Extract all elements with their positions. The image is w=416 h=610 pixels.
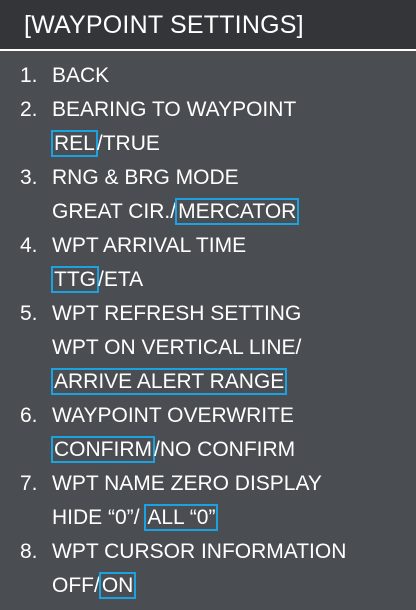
menu-item-rng-brg-mode[interactable]: 3. RNG & BRG MODE bbox=[0, 161, 416, 195]
menu-title: [WAYPOINT SETTINGS] bbox=[24, 11, 304, 39]
menu-item-number: 8. bbox=[20, 540, 38, 563]
option-wpt-on-vertical-line[interactable]: WPT ON VERTICAL LINE bbox=[52, 336, 296, 359]
waypoint-settings-menu: [WAYPOINT SETTINGS] 1. BACK 2. BEARING T… bbox=[0, 0, 416, 610]
menu-item-label: WAYPOINT OVERWRITE bbox=[52, 404, 294, 427]
menu-item-back[interactable]: 1. BACK bbox=[0, 59, 416, 93]
menu-item-number: 5. bbox=[20, 302, 38, 325]
menu-item-number: 1. bbox=[20, 64, 38, 87]
menu-item-number: 7. bbox=[20, 472, 38, 495]
menu-item-label: WPT ARRIVAL TIME bbox=[52, 234, 247, 257]
menu-item-label: RNG & BRG MODE bbox=[52, 166, 239, 189]
menu-item-label: BACK bbox=[52, 64, 110, 87]
option-ttg[interactable]: TTG bbox=[51, 266, 99, 293]
menu-item-bearing-to-waypoint[interactable]: 2. BEARING TO WAYPOINT bbox=[0, 93, 416, 127]
menu-item-label: BEARING TO WAYPOINT bbox=[52, 98, 297, 121]
option-on[interactable]: ON bbox=[98, 572, 137, 599]
menu-item-number: 3. bbox=[20, 166, 38, 189]
option-arrive-alert-range[interactable]: ARRIVE ALERT RANGE bbox=[51, 368, 288, 395]
option-hide-zero[interactable]: HIDE “0” bbox=[52, 506, 134, 529]
option-no-confirm[interactable]: NO CONFIRM bbox=[160, 438, 295, 461]
option-true[interactable]: TRUE bbox=[103, 132, 160, 155]
menu-item-label: WPT CURSOR INFORMATION bbox=[52, 540, 347, 563]
option-mercator[interactable]: MERCATOR bbox=[175, 198, 300, 225]
menu-item-number: 6. bbox=[20, 404, 38, 427]
menu-item-waypoint-overwrite[interactable]: 6. WAYPOINT OVERWRITE bbox=[0, 399, 416, 433]
option-great-circle[interactable]: GREAT CIR. bbox=[52, 200, 170, 223]
option-all-zero[interactable]: ALL “0” bbox=[144, 504, 219, 531]
menu-item-wpt-cursor-information[interactable]: 8. WPT CURSOR INFORMATION bbox=[0, 535, 416, 569]
menu-item-wpt-refresh-setting[interactable]: 5. WPT REFRESH SETTING bbox=[0, 297, 416, 331]
option-rel[interactable]: REL bbox=[51, 130, 98, 157]
menu-item-number: 2. bbox=[20, 98, 38, 121]
option-separator: / bbox=[295, 336, 302, 359]
option-off[interactable]: OFF bbox=[52, 574, 94, 597]
menu-title-bar: [WAYPOINT SETTINGS] bbox=[0, 0, 416, 51]
menu-item-wpt-name-zero-display[interactable]: 7. WPT NAME ZERO DISPLAY bbox=[0, 467, 416, 501]
menu-item-wpt-arrival-time[interactable]: 4. WPT ARRIVAL TIME bbox=[0, 229, 416, 263]
menu-item-number: 4. bbox=[20, 234, 38, 257]
menu-item-label: WPT NAME ZERO DISPLAY bbox=[52, 472, 322, 495]
option-confirm[interactable]: CONFIRM bbox=[51, 436, 155, 463]
menu-item-label: WPT REFRESH SETTING bbox=[52, 302, 302, 325]
option-eta[interactable]: ETA bbox=[104, 268, 143, 291]
